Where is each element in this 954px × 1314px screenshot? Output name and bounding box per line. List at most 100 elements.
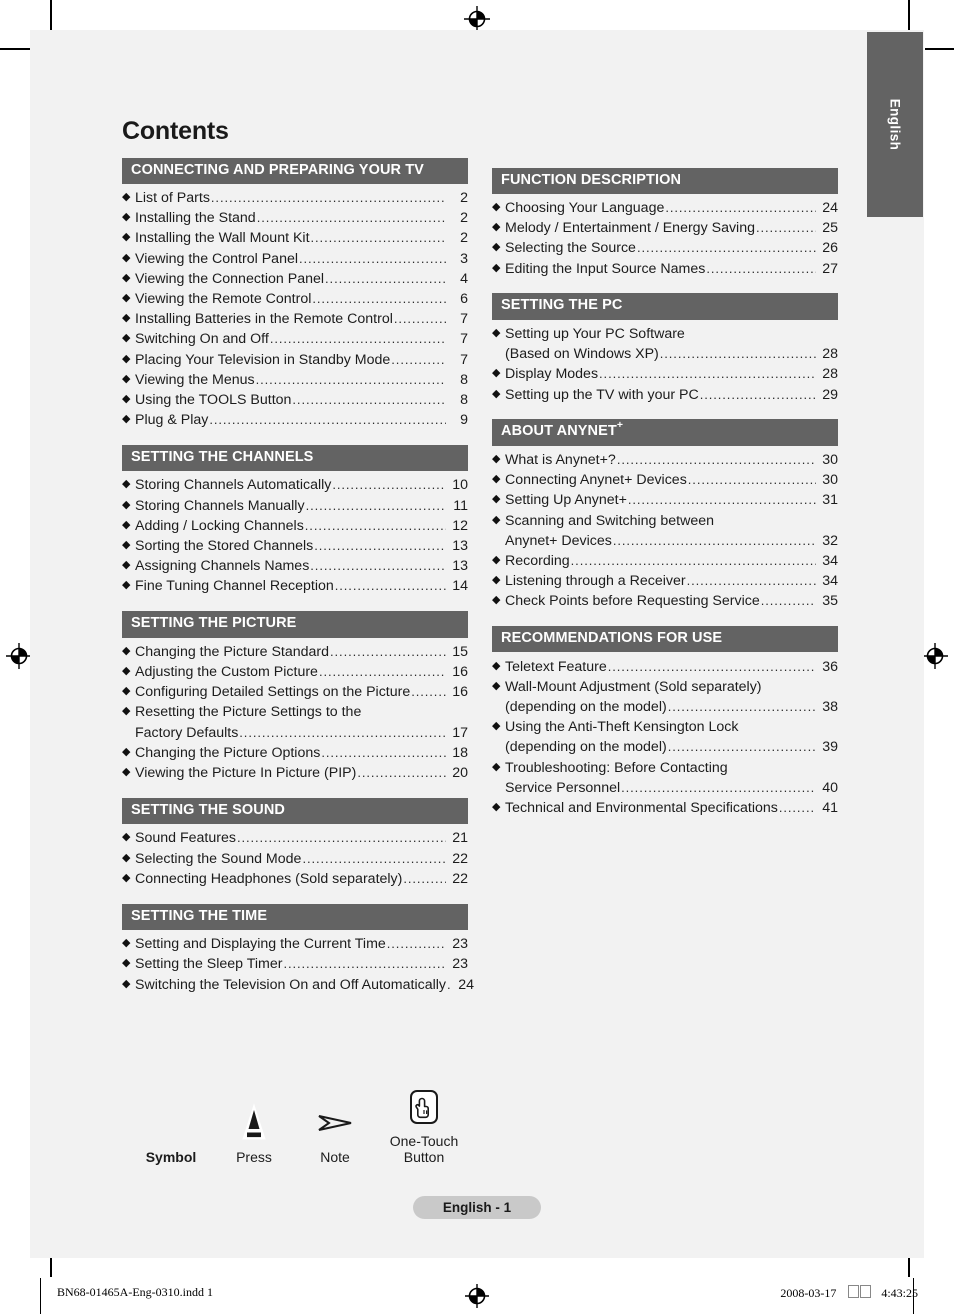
toc-entry[interactable]: ◆ Teletext Feature.......................… [492, 657, 838, 677]
toc-entry-title: Adjusting the Custom Picture [135, 664, 318, 681]
toc-entry[interactable]: ◆ Sound Features.........................… [122, 829, 468, 849]
toc-entry[interactable]: ◆ Viewing the Picture In Picture (PIP)...… [122, 764, 468, 784]
legend-one-touch-label: One-Touch Button [390, 1133, 458, 1165]
toc-entry[interactable]: ◆ Check Points before Requesting Service.… [492, 592, 838, 612]
toc-entry[interactable]: ◆ Using the TOOLS Button.................… [122, 391, 468, 411]
toc-entry[interactable]: ◆ Adding / Locking Channels..............… [122, 517, 468, 537]
toc-leader-dots: ........................................… [239, 724, 446, 740]
toc-leader-dots: ........................................… [391, 351, 446, 367]
toc-entry[interactable]: ◆ List of Parts..........................… [122, 189, 468, 209]
toc-entry[interactable]: ◆ Adjusting the Custom Picture...........… [122, 663, 468, 683]
one-touch-button-icon [407, 1085, 441, 1129]
toc-page-number: 13 [452, 558, 468, 575]
toc-entry[interactable]: ◆ Selecting the Sound Mode...............… [122, 849, 468, 869]
toc-entry[interactable]: ◆Anynet+ Devices........................… [492, 531, 838, 551]
toc-page-number: 41 [822, 799, 838, 816]
toc-entry[interactable]: ◆(depending on the model)...............… [492, 698, 838, 718]
toc-entry[interactable]: ◆ Resetting the Picture Settings to the..… [122, 703, 468, 723]
toc-entry[interactable]: ◆ Setting the Sleep Timer................… [122, 955, 468, 975]
toc-entry[interactable]: ◆ Setting up the TV with your PC.........… [492, 385, 838, 405]
diamond-bullet-icon: ◆ [122, 518, 131, 531]
toc-entry[interactable]: ◆ Viewing the Control Panel..............… [122, 249, 468, 269]
toc-leader-dots: ........................................… [570, 552, 816, 568]
toc-entry-body: Editing the Input Source Names..........… [505, 260, 838, 280]
toc-entry[interactable]: ◆ Selecting the Source...................… [492, 239, 838, 259]
toc-entry-title: Storing Channels Automatically [135, 477, 332, 494]
toc-entry[interactable]: ◆ Changing the Picture Standard..........… [122, 643, 468, 663]
toc-entry[interactable]: ◆ Switching On and Off...................… [122, 330, 468, 350]
toc-entry[interactable]: ◆Factory Defaults.......................… [122, 723, 468, 743]
toc-entry[interactable]: ◆ Editing the Input Source Names.........… [492, 259, 838, 279]
toc-entry-body: Installing Batteries in the Remote Contr… [135, 310, 468, 330]
toc-entry[interactable]: ◆ Using the Anti-Theft Kensington Lock...… [492, 718, 838, 738]
diamond-bullet-icon: ◆ [122, 478, 131, 491]
toc-entry-title: Service Personnel [505, 779, 621, 796]
toc-page-number: 10 [452, 477, 468, 494]
toc-section-header: SETTING THE TIME [122, 903, 468, 930]
toc-page-number: 2 [460, 230, 468, 247]
toc-entry[interactable]: ◆ Installing the Wall Mount Kit..........… [122, 229, 468, 249]
toc-entry[interactable]: ◆ Switching the Television On and Off Aut… [122, 975, 474, 995]
toc-entry-body: Connecting Anynet+ Devices..............… [505, 471, 838, 491]
toc-page-number: 2 [460, 190, 468, 207]
toc-entry-body: Listening through a Receiver............… [505, 572, 838, 592]
toc-leader-dots: ........................................… [312, 290, 446, 306]
toc-entry[interactable]: ◆ Connecting Headphones (Sold separately)… [122, 869, 468, 889]
toc-entry[interactable]: ◆ Viewing the Menus......................… [122, 370, 468, 390]
toc-entry[interactable]: ◆ Scanning and Switching between.........… [492, 511, 838, 531]
toc-entry[interactable]: ◆ What is Anynet+?.......................… [492, 451, 838, 471]
toc-entry[interactable]: ◆ Display Modes..........................… [492, 365, 838, 385]
toc-entry[interactable]: ◆ Recording..............................… [492, 552, 838, 572]
toc-entry[interactable]: ◆ Melody / Entertainment / Energy Saving.… [492, 219, 838, 239]
toc-entry[interactable]: ◆ Viewing the Connection Panel...........… [122, 269, 468, 289]
toc-leader-dots: ........................................… [627, 492, 816, 508]
toc-entry[interactable]: ◆ Connecting Anynet+ Devices.............… [492, 471, 838, 491]
diamond-bullet-icon: ◆ [492, 326, 501, 339]
crop-mark-top-right-horizontal [925, 48, 954, 50]
toc-entry-title: List of Parts [135, 190, 210, 207]
toc-entry[interactable]: ◆ Plug & Play............................… [122, 411, 468, 431]
diamond-bullet-icon: ◆ [122, 977, 131, 990]
diamond-bullet-icon: ◆ [492, 659, 501, 672]
toc-entry[interactable]: ◆ Technical and Environmental Specificati… [492, 799, 838, 819]
toc-entry-title: Changing the Picture Standard [135, 643, 330, 660]
toc-entry[interactable]: ◆ Storing Channels Automatically.........… [122, 476, 468, 496]
page-title: Contents [122, 117, 229, 145]
toc-entry[interactable]: ◆ Sorting the Stored Channels............… [122, 537, 468, 557]
toc-entry[interactable]: ◆ Choosing Your Language.................… [492, 199, 838, 219]
toc-entry[interactable]: ◆Service Personnel......................… [492, 779, 838, 799]
registration-mark-left-middle [6, 643, 32, 669]
toc-entry[interactable]: ◆ Installing the Stand...................… [122, 209, 468, 229]
diamond-bullet-icon: ◆ [122, 413, 131, 426]
toc-entry[interactable]: ◆ Viewing the Remote Control.............… [122, 290, 468, 310]
toc-entry[interactable]: ◆ Storing Channels Manually..............… [122, 496, 468, 516]
toc-section-header-label: ABOUT ANYNET [501, 423, 617, 440]
diamond-bullet-icon: ◆ [122, 745, 131, 758]
toc-leader-dots: ........................................… [699, 386, 816, 402]
toc-page-number: 28 [822, 366, 838, 383]
diamond-bullet-icon: ◆ [492, 261, 501, 274]
toc-entry[interactable]: ◆ Configuring Detailed Settings on the Pi… [122, 683, 468, 703]
toc-leader-dots: ........................................… [310, 558, 446, 574]
toc-entry-title: Assigning Channels Names [135, 558, 310, 575]
toc-page-number: 39 [822, 739, 838, 756]
toc-entry[interactable]: ◆ Installing Batteries in the Remote Cont… [122, 310, 468, 330]
toc-entry-body: (depending on the model)................… [505, 738, 838, 758]
toc-entry[interactable]: ◆ Placing Your Television in Standby Mode… [122, 350, 468, 370]
toc-page-number: 34 [822, 573, 838, 590]
toc-entry[interactable]: ◆ Changing the Picture Options...........… [122, 743, 468, 763]
diamond-bullet-icon: ◆ [492, 553, 501, 566]
toc-entry[interactable]: ◆ Assigning Channels Names...............… [122, 557, 468, 577]
diamond-bullet-icon: ◆ [122, 291, 131, 304]
toc-entry[interactable]: ◆(depending on the model)...............… [492, 738, 838, 758]
toc-entry[interactable]: ◆(Based on Windows XP)..................… [492, 345, 838, 365]
toc-entry-title: Using the TOOLS Button [135, 391, 292, 408]
toc-entry[interactable]: ◆ Fine Tuning Channel Reception..........… [122, 577, 468, 597]
toc-entry[interactable]: ◆ Setting and Displaying the Current Time… [122, 935, 468, 955]
toc-entry[interactable]: ◆ Setting up Your PC Software............… [492, 325, 838, 345]
toc-entry[interactable]: ◆ Listening through a Receiver...........… [492, 572, 838, 592]
toc-entry[interactable]: ◆ Wall-Mount Adjustment (Sold separately)… [492, 678, 838, 698]
toc-entry[interactable]: ◆ Setting Up Anynet+.....................… [492, 491, 838, 511]
toc-entry[interactable]: ◆ Troubleshooting: Before Contacting.....… [492, 758, 838, 778]
toc-section: CONNECTING AND PREPARING YOUR TV ◆ List of… [122, 157, 468, 431]
